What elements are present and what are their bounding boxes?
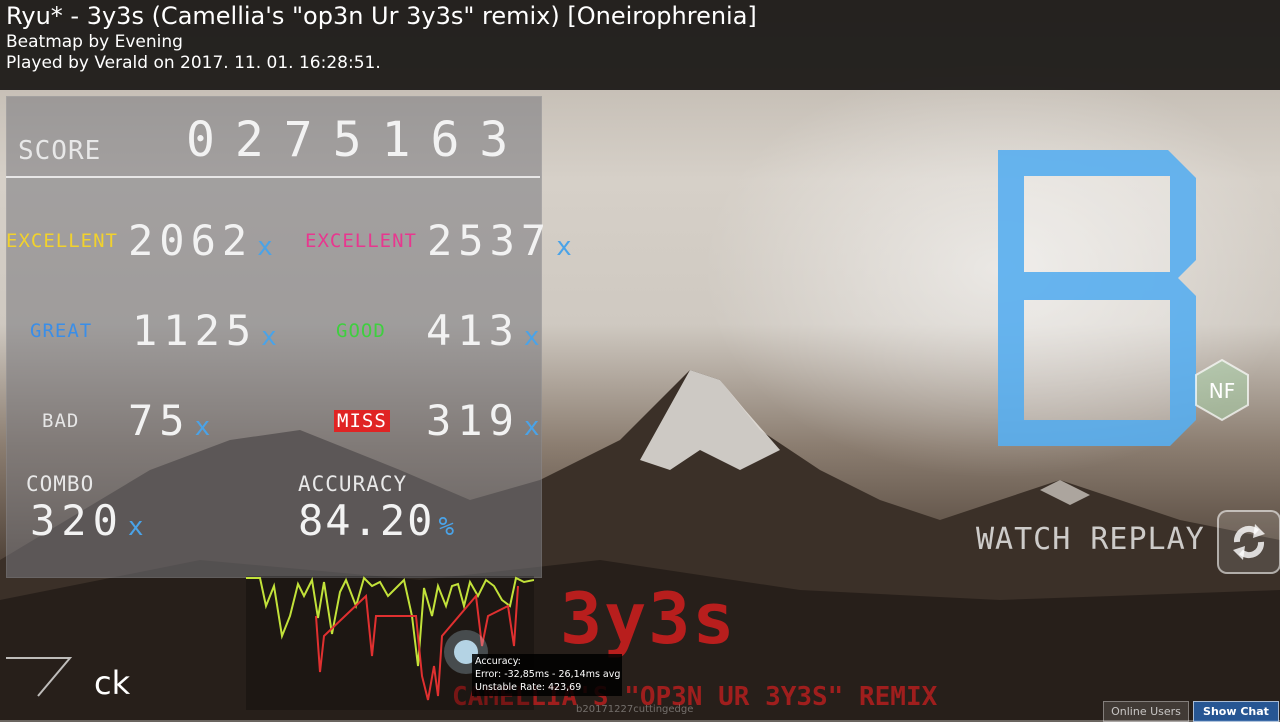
great-count: 1125 x: [132, 306, 277, 355]
x-suffix: x: [127, 512, 144, 542]
x-suffix: x: [523, 412, 540, 442]
beatmap-creator: Beatmap by Evening: [6, 32, 183, 52]
miss-count: 319 x: [426, 396, 540, 445]
score-value: 0275163: [186, 112, 529, 168]
excellent-label: EXCELLENT: [6, 230, 118, 252]
back-button[interactable]: ck: [94, 664, 130, 702]
replay-icon: [1233, 524, 1265, 560]
show-chat-button[interactable]: Show Chat: [1193, 701, 1279, 722]
good-count: 413 x: [426, 306, 540, 355]
excellent-alt-count-value: 2537: [427, 216, 553, 265]
build-version: b20171227cuttingedge: [576, 704, 694, 715]
score-label: SCORE: [18, 136, 102, 166]
miss-count-value: 319: [426, 396, 520, 445]
bad-label: BAD: [42, 410, 80, 432]
miss-label-text: MISS: [334, 410, 390, 432]
accuracy-tooltip: Accuracy: Error: -32,85ms - 26,14ms avg …: [472, 654, 622, 696]
bad-count-value: 75: [128, 396, 191, 445]
background-song-title: 3y3s CAMELLIA'S "OP3N UR 3Y3S" REMIX: [452, 578, 937, 718]
combo-label: COMBO: [26, 472, 95, 496]
excellent-alt-count: 2537 x: [427, 216, 572, 265]
no-fail-mod-icon: NF: [1195, 358, 1249, 422]
percent-suffix: %: [438, 512, 455, 542]
x-suffix: x: [261, 322, 277, 352]
great-count-value: 1125: [132, 306, 258, 355]
header-bar: Ryu* - 3y3s (Camellia's "op3n Ur 3y3s" r…: [0, 0, 1280, 90]
combo-value-text: 320: [30, 496, 124, 545]
excellent-alt-label: EXCELLENT: [305, 230, 417, 252]
good-label: GOOD: [336, 320, 386, 342]
bad-count: 75 x: [128, 396, 210, 445]
excellent-count-value: 2062: [128, 216, 254, 265]
miss-label: MISS: [334, 410, 390, 432]
song-title: Ryu* - 3y3s (Camellia's "op3n Ur 3y3s" r…: [6, 2, 757, 30]
combo-value: 320 x: [30, 496, 144, 545]
x-suffix: x: [556, 232, 572, 262]
watch-replay-label[interactable]: WATCH REPLAY: [976, 522, 1205, 557]
accuracy-value-text: 84.20: [298, 496, 435, 545]
tooltip-line-2: Error: -32,85ms - 26,14ms avg: [475, 669, 621, 680]
good-count-value: 413: [426, 306, 520, 355]
grade-b-icon: [998, 150, 1196, 446]
excellent-count: 2062 x: [128, 216, 273, 265]
score-divider: [6, 176, 540, 178]
x-suffix: x: [257, 232, 273, 262]
tooltip-line-3: Unstable Rate: 423,69: [475, 682, 582, 693]
tooltip-line-1: Accuracy:: [475, 656, 521, 667]
back-arrow-icon[interactable]: [4, 654, 74, 704]
x-suffix: x: [194, 412, 211, 442]
accuracy-value: 84.20%: [298, 496, 454, 545]
replay-button[interactable]: [1217, 510, 1280, 574]
accuracy-label: ACCURACY: [298, 472, 408, 496]
online-users-button[interactable]: Online Users: [1103, 701, 1189, 722]
great-label: GREAT: [30, 320, 93, 342]
background-title-main: 3y3s: [560, 578, 737, 660]
played-by: Played by Verald on 2017. 11. 01. 16:28:…: [6, 53, 381, 73]
x-suffix: x: [523, 322, 540, 352]
mod-label: NF: [1209, 379, 1235, 403]
